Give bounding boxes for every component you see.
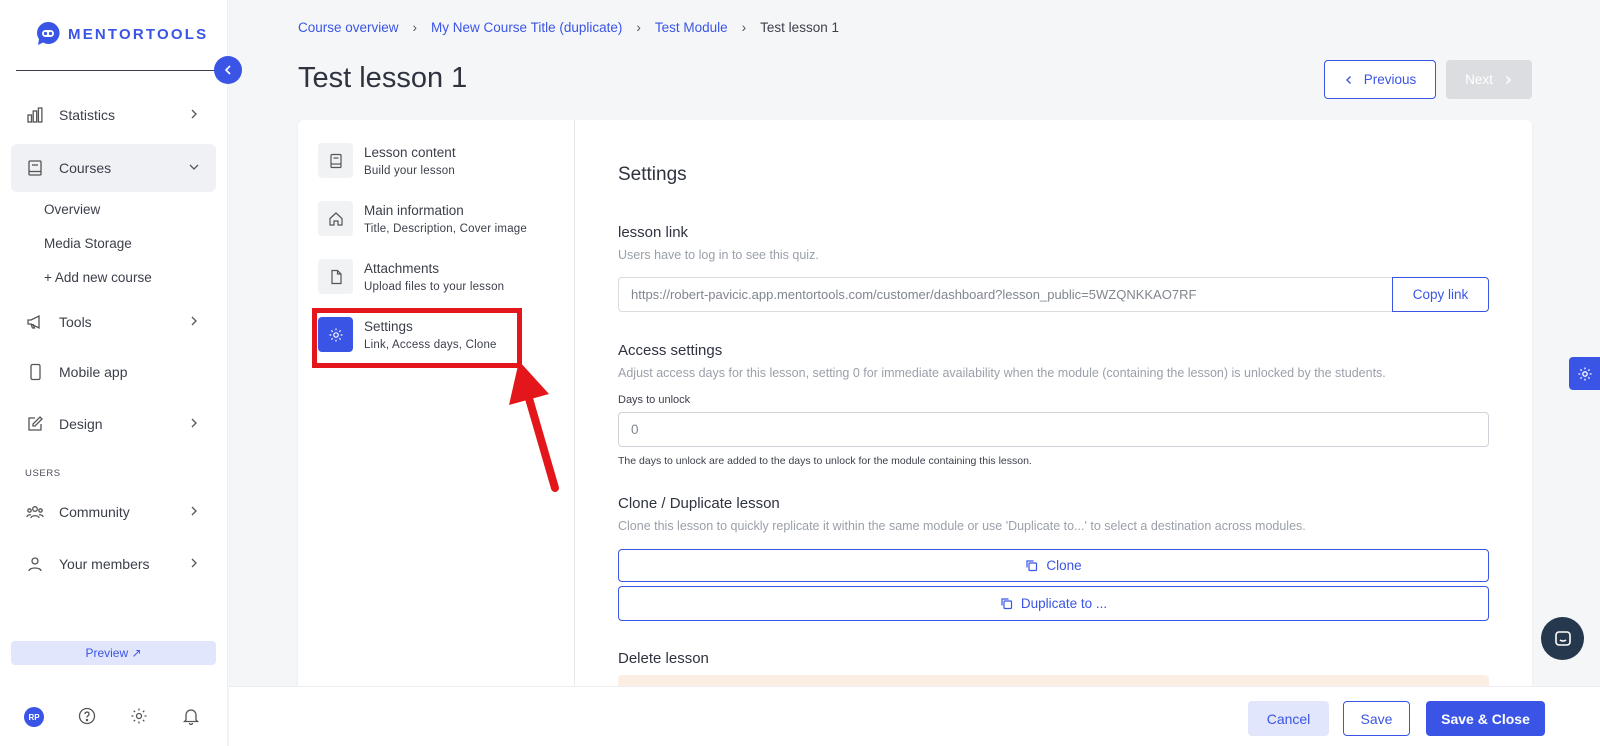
sidebar-item-label: Courses (59, 160, 112, 176)
sidebar-item-design[interactable]: Design (11, 400, 216, 448)
sidebar-item-label: Statistics (59, 107, 116, 123)
chevron-right-icon (188, 557, 200, 569)
sidebar-item-tools[interactable]: Tools (11, 298, 216, 346)
lesson-menu-attachments[interactable]: Attachments Upload files to your lesson (318, 259, 568, 305)
previous-label: Previous (1363, 72, 1417, 87)
lesson-editor-card: Lesson content Build your lesson Main in… (298, 120, 1532, 690)
chevron-left-icon (1345, 75, 1351, 84)
copy-icon (1026, 560, 1038, 572)
sidebar-item-label: Tools (59, 314, 92, 330)
menu-item-subtitle: Title, Description, Cover image (364, 223, 527, 235)
avatar[interactable]: RP (24, 707, 44, 727)
menu-item-subtitle: Build your lesson (364, 165, 455, 177)
sidebar-subitem-media-storage[interactable]: Media Storage (44, 236, 132, 251)
lesson-link-field[interactable]: https://robert-pavicic.app.mentortools.c… (618, 277, 1392, 312)
sidebar: MENTORTOOLS Statistics Courses Overview … (0, 0, 228, 746)
card-divider (574, 120, 575, 690)
clone-label: Clone (1046, 558, 1082, 573)
days-to-unlock-input[interactable]: 0 (618, 412, 1489, 447)
days-to-unlock-label: Days to unlock (618, 394, 691, 406)
lesson-link-title: lesson link (618, 224, 689, 241)
lesson-menu-main-information[interactable]: Main information Title, Description, Cov… (318, 201, 568, 247)
chevron-right-icon: › (412, 20, 418, 35)
chevron-right-icon (188, 417, 200, 429)
breadcrumb-module[interactable]: Test Module (655, 20, 728, 35)
pencil-icon (25, 415, 45, 433)
chevron-right-icon (188, 505, 200, 517)
section-label-users: USERS (25, 468, 61, 479)
sidebar-item-community[interactable]: Community (11, 488, 216, 536)
chevron-right-icon (188, 108, 200, 120)
floating-settings-button[interactable] (1569, 357, 1600, 390)
help-icon[interactable] (78, 707, 96, 725)
logo[interactable]: MENTORTOOLS (34, 20, 208, 48)
menu-item-title: Lesson content (364, 145, 456, 160)
chevron-right-icon (188, 315, 200, 327)
sidebar-item-your-members[interactable]: Your members (11, 540, 216, 588)
duplicate-label: Duplicate to ... (1020, 596, 1108, 611)
save-close-button[interactable]: Save & Close (1426, 701, 1545, 736)
sidebar-subitem-add-course[interactable]: + Add new course (44, 270, 152, 285)
sidebar-item-label: Community (59, 504, 130, 520)
copy-icon (1001, 598, 1012, 610)
annotation-highlight-box (312, 308, 522, 368)
settings-heading: Settings (618, 164, 687, 185)
duplicate-to-button[interactable]: Duplicate to ... (618, 586, 1489, 621)
next-button[interactable]: Next (1446, 60, 1532, 99)
lesson-link-desc: Users have to log in to see this quiz. (618, 248, 819, 262)
chevron-down-icon (188, 161, 200, 173)
user-icon (25, 555, 45, 573)
clone-button[interactable]: Clone (618, 549, 1489, 582)
next-label: Next (1465, 72, 1493, 87)
clone-title: Clone / Duplicate lesson (618, 495, 780, 512)
sidebar-item-label: Mobile app (59, 364, 128, 380)
people-icon (25, 503, 45, 521)
access-settings-desc: Adjust access days for this lesson, sett… (618, 366, 1386, 380)
chevron-right-icon: › (741, 20, 747, 35)
breadcrumb: Course overview › My New Course Title (d… (298, 20, 839, 35)
breadcrumb-current: Test lesson 1 (760, 20, 839, 35)
preview-button[interactable]: Preview ↗ (11, 641, 216, 665)
chat-icon (1554, 630, 1571, 646)
sidebar-item-label: Design (59, 416, 103, 432)
save-button[interactable]: Save (1343, 701, 1410, 736)
lesson-menu-lesson-content[interactable]: Lesson content Build your lesson (318, 143, 568, 189)
access-settings-title: Access settings (618, 342, 723, 359)
collapse-sidebar-button[interactable] (214, 56, 242, 84)
sidebar-item-label: Your members (59, 556, 150, 572)
breadcrumb-course[interactable]: My New Course Title (duplicate) (431, 20, 622, 35)
home-icon (318, 201, 353, 236)
logo-text: MENTORTOOLS (68, 25, 209, 43)
previous-button[interactable]: Previous (1324, 60, 1436, 99)
chevron-right-icon (1505, 75, 1511, 84)
clone-desc: Clone this lesson to quickly replicate i… (618, 519, 1306, 533)
logo-icon (37, 21, 60, 45)
menu-item-title: Main information (364, 203, 464, 218)
menu-item-subtitle: Upload files to your lesson (364, 281, 505, 293)
copy-link-button[interactable]: Copy link (1392, 277, 1489, 312)
book-icon (25, 159, 45, 177)
delete-lesson-title: Delete lesson (618, 650, 709, 667)
sidebar-item-mobile-app[interactable]: Mobile app (11, 348, 216, 396)
gear-icon[interactable] (130, 707, 148, 725)
file-icon (318, 259, 353, 294)
breadcrumb-course-overview[interactable]: Course overview (298, 20, 399, 35)
bar-chart-icon (25, 106, 45, 124)
gear-icon (1578, 367, 1591, 380)
page-title: Test lesson 1 (298, 62, 468, 94)
logo-divider (16, 70, 216, 71)
cancel-button[interactable]: Cancel (1248, 701, 1329, 736)
chevron-left-icon (224, 65, 231, 75)
days-to-unlock-hint: The days to unlock are added to the days… (618, 455, 1032, 467)
sidebar-item-statistics[interactable]: Statistics (11, 91, 216, 139)
bell-icon[interactable] (182, 707, 200, 725)
chevron-right-icon: › (636, 20, 641, 35)
menu-item-title: Attachments (364, 261, 440, 276)
book-icon (318, 143, 353, 178)
sidebar-item-courses[interactable]: Courses (11, 144, 216, 192)
megaphone-icon (25, 313, 45, 331)
phone-icon (25, 363, 45, 381)
sidebar-subitem-overview[interactable]: Overview (44, 202, 100, 217)
chat-launcher-button[interactable] (1541, 617, 1584, 660)
